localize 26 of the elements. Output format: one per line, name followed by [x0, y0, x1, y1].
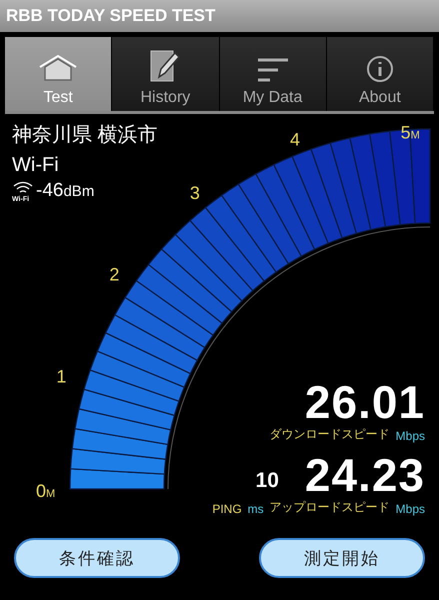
- gauge-tick-label: 4: [290, 130, 300, 150]
- gauge-tick-label: 1: [56, 366, 66, 387]
- ping-value: 10: [256, 469, 279, 493]
- download-label: ダウンロードスピード: [270, 426, 390, 443]
- nav-tab[interactable]: History: [112, 37, 220, 111]
- signal-strength: -46dBm: [36, 180, 94, 202]
- gauge-tick-label: 2: [109, 264, 120, 284]
- ping-label: PING: [212, 502, 242, 516]
- info-icon: [366, 55, 394, 83]
- app-title: RBB TODAY SPEED TEST: [6, 6, 216, 26]
- edit-icon: [149, 49, 182, 83]
- nav-tab[interactable]: About: [326, 37, 434, 111]
- action-button[interactable]: 測定開始: [259, 538, 425, 578]
- upload-unit: Mbps: [396, 502, 425, 516]
- gauge-tick-label: 0M: [36, 481, 56, 501]
- upload-speed-value: 24.23: [304, 451, 425, 499]
- nav-tab[interactable]: My Data: [220, 37, 327, 111]
- upload-label: アップロードスピード: [270, 499, 390, 516]
- location-text: 神奈川県 横浜市: [12, 123, 158, 148]
- action-button[interactable]: 条件確認: [14, 538, 180, 578]
- download-unit: Mbps: [396, 429, 425, 443]
- gauge-tick-label: 3: [190, 183, 200, 203]
- network-type: Wi-Fi: [12, 153, 59, 178]
- download-speed-value: 26.01: [304, 378, 425, 426]
- sort-lines-icon: [256, 57, 290, 83]
- ping-unit: ms: [248, 502, 264, 516]
